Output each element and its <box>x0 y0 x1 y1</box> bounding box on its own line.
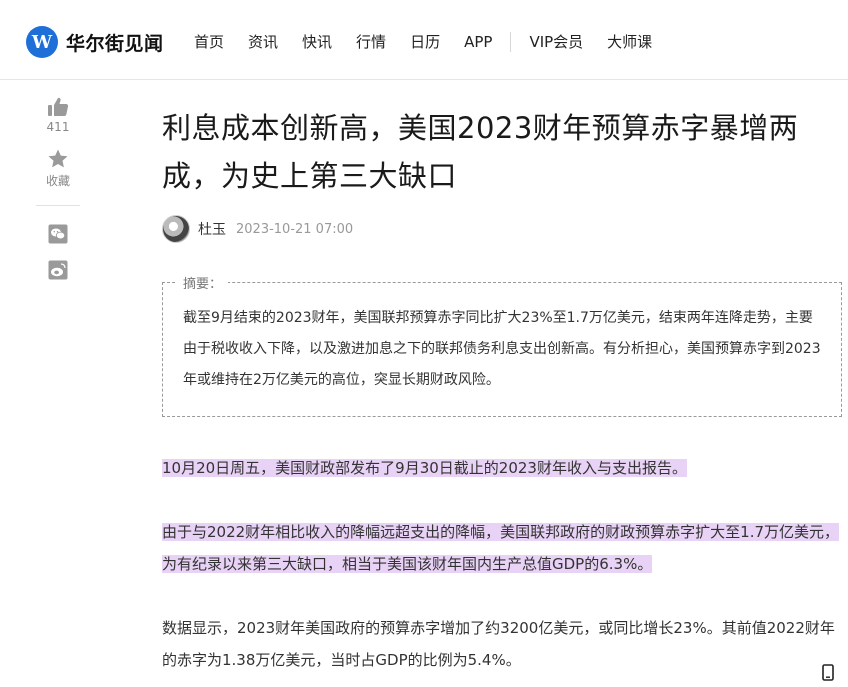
nav-item-app[interactable]: APP <box>464 33 492 51</box>
nav-item-flash[interactable]: 快讯 <box>302 31 332 52</box>
rail-divider <box>36 205 80 206</box>
site-header: W 华尔街见闻 首页 资讯 快讯 行情 日历 APP VIP会员 大师课 <box>0 0 848 80</box>
star-icon <box>48 149 68 168</box>
nav-item-news[interactable]: 资讯 <box>248 31 278 52</box>
thumb-up-icon <box>48 97 69 116</box>
mobile-icon <box>822 664 834 681</box>
nav-item-calendar[interactable]: 日历 <box>410 31 440 52</box>
like-count: 411 <box>46 120 70 134</box>
wechat-icon <box>48 224 68 244</box>
paragraph: 10月20日周五，美国财政部发布了9月30日截止的2023财年收入与支出报告。 <box>162 452 846 484</box>
nav-item-vip[interactable]: VIP会员 <box>529 31 583 52</box>
avatar[interactable] <box>162 215 190 243</box>
summary-label: 摘要： <box>177 273 229 292</box>
weibo-icon <box>48 260 68 280</box>
paragraph: 由于与2022财年相比收入的降幅远超支出的降幅，美国联邦政府的财政预算赤字扩大至… <box>162 516 846 580</box>
nav-item-home[interactable]: 首页 <box>194 31 224 52</box>
article-title: 利息成本创新高，美国2023财年预算赤字暴增两成，为史上第三大缺口 <box>162 111 799 193</box>
logo-text: 华尔街见闻 <box>66 32 164 55</box>
article: 利息成本创新高，美国2023财年预算赤字暴增两成，为史上第三大缺口 杜玉 202… <box>162 104 846 669</box>
like-button[interactable]: 411 <box>36 96 80 134</box>
paragraph: 数据显示，2023财年美国政府的预算赤字增加了约3200亿美元，或同比增长23%… <box>162 619 835 669</box>
publish-date: 2023-10-21 07:00 <box>236 221 354 237</box>
highlighted-text: 由于与2022财年相比收入的降幅远超支出的降幅，美国联邦政府的财政预算赤字扩大至… <box>162 523 840 573</box>
summary-text: 截至9月结束的2023财年，美国联邦预算赤字同比扩大23%至1.7万亿美元，结束… <box>183 310 821 388</box>
favorite-label: 收藏 <box>45 174 70 188</box>
favorite-button[interactable]: 收藏 <box>36 148 80 189</box>
article-meta: 杜玉 2023-10-21 07:00 <box>162 214 846 244</box>
share-wechat-button[interactable] <box>36 224 80 244</box>
action-rail: 411 收藏 <box>36 96 80 296</box>
mobile-view-button[interactable] <box>822 664 834 685</box>
site-logo[interactable]: W 华尔街见闻 <box>26 26 164 58</box>
author-name[interactable]: 杜玉 <box>198 219 226 239</box>
share-weibo-button[interactable] <box>36 260 80 280</box>
logo-w-icon: W <box>26 26 58 58</box>
nav-item-markets[interactable]: 行情 <box>356 31 386 52</box>
nav-divider <box>510 31 512 52</box>
svg-text:W: W <box>31 32 53 53</box>
main-nav: 首页 资讯 快讯 行情 日历 APP VIP会员 大师课 <box>194 31 676 52</box>
highlighted-text: 10月20日周五，美国财政部发布了9月30日截止的2023财年收入与支出报告。 <box>162 459 687 477</box>
nav-item-masterclass[interactable]: 大师课 <box>607 31 652 52</box>
summary-box: 摘要： 截至9月结束的2023财年，美国联邦预算赤字同比扩大23%至1.7万亿美… <box>162 273 842 417</box>
